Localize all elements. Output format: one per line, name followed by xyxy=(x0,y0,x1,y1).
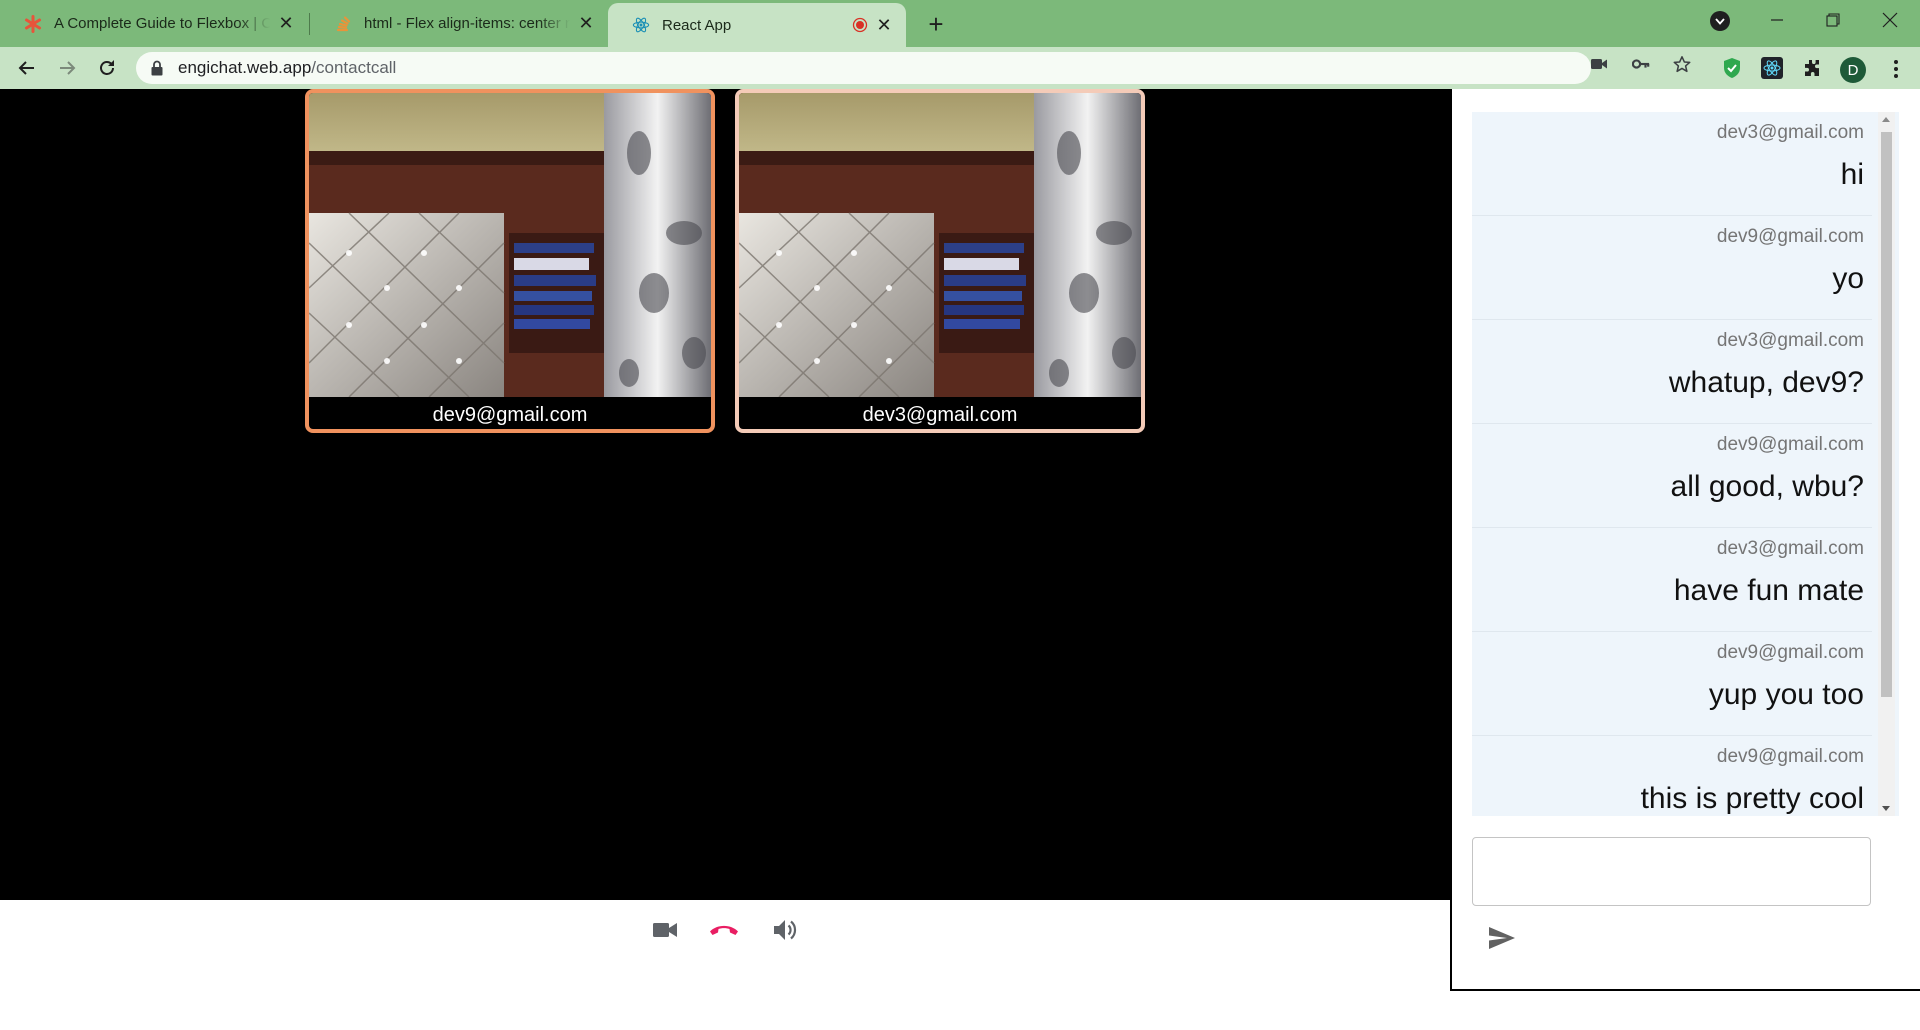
message-sender: dev3@gmail.com xyxy=(1716,330,1864,351)
video-call-stage: dev9@gmail.com dev3@gmail.com xyxy=(0,89,1450,900)
url-path: /contactcall xyxy=(311,58,397,77)
chat-scrollbar[interactable] xyxy=(1878,112,1895,816)
asterisk-icon xyxy=(24,14,42,33)
call-end-icon xyxy=(710,925,738,935)
message-sender: dev3@gmail.com xyxy=(1716,538,1864,559)
forward-button[interactable] xyxy=(52,53,82,83)
close-tab-icon[interactable]: ✕ xyxy=(576,13,596,34)
videocam-icon xyxy=(653,923,677,937)
react-devtools-icon[interactable] xyxy=(1760,56,1784,80)
message-sender: dev9@gmail.com xyxy=(1716,642,1864,663)
close-tab-icon[interactable]: ✕ xyxy=(874,15,894,35)
arrow-right-icon xyxy=(60,61,76,75)
message-input[interactable] xyxy=(1472,837,1871,906)
key-icon[interactable] xyxy=(1632,55,1650,73)
message-text: this is pretty cool xyxy=(1640,782,1864,815)
browser-toolbar: engichat.web.app/contactcall D xyxy=(0,47,1920,90)
message-sender: dev9@gmail.com xyxy=(1716,226,1864,247)
message-text: whatup, dev9? xyxy=(1668,366,1864,399)
scrollbar-thumb[interactable] xyxy=(1881,132,1892,697)
participant-video-dev3: dev3@gmail.com xyxy=(735,89,1145,433)
toggle-video-button[interactable] xyxy=(647,912,683,948)
react-icon xyxy=(632,16,650,34)
chat-message: dev3@gmail.com hi xyxy=(1472,112,1872,216)
tab-css-tricks[interactable]: A Complete Guide to Flexbox | CSS-Tricks… xyxy=(0,3,308,44)
recording-indicator-icon xyxy=(852,17,868,33)
address-bar[interactable]: engichat.web.app/contactcall xyxy=(136,52,1591,84)
tab-title: html - Flex align-items: center not work… xyxy=(364,15,570,32)
profile-avatar[interactable]: D xyxy=(1840,57,1866,83)
chat-message: dev9@gmail.com yup you too xyxy=(1472,632,1872,736)
message-sender: dev9@gmail.com xyxy=(1716,746,1864,767)
send-button[interactable] xyxy=(1486,922,1518,954)
shield-extension-icon[interactable] xyxy=(1720,56,1744,80)
reload-button[interactable] xyxy=(92,53,122,83)
tab-stackoverflow[interactable]: html - Flex align-items: center not work… xyxy=(310,3,608,44)
message-sender: dev3@gmail.com xyxy=(1716,122,1864,143)
chat-message: dev3@gmail.com whatup, dev9? xyxy=(1472,320,1872,424)
close-tab-icon[interactable]: ✕ xyxy=(276,13,296,34)
minimize-button[interactable] xyxy=(1751,0,1803,40)
chat-message: dev9@gmail.com all good, wbu? xyxy=(1472,424,1872,528)
chat-message: dev9@gmail.com yo xyxy=(1472,216,1872,320)
participant-label: dev9@gmail.com xyxy=(432,403,588,426)
scroll-up-arrow-icon[interactable] xyxy=(1882,117,1890,122)
webcam-video-frame xyxy=(309,93,711,397)
reload-icon xyxy=(100,60,114,75)
message-text: yup you too xyxy=(1708,678,1864,711)
arrow-left-icon xyxy=(18,61,34,75)
new-tab-button[interactable]: + xyxy=(922,9,950,39)
message-sender: dev9@gmail.com xyxy=(1716,434,1864,455)
back-button[interactable] xyxy=(12,53,42,83)
tab-react-app[interactable]: React App ✕ xyxy=(608,3,906,47)
message-text: have fun mate xyxy=(1673,574,1864,607)
tab-title: A Complete Guide to Flexbox | CSS-Tricks xyxy=(54,15,270,32)
volume-up-icon xyxy=(774,920,797,940)
chat-panel: dev3@gmail.com hi dev9@gmail.com yo dev3… xyxy=(1450,89,1920,991)
chat-message: dev3@gmail.com have fun mate xyxy=(1472,528,1872,632)
lock-icon xyxy=(151,60,163,76)
chat-message: dev9@gmail.com this is pretty cool xyxy=(1472,736,1872,816)
camera-in-use-icon[interactable] xyxy=(1590,55,1608,73)
toggle-audio-button[interactable] xyxy=(767,912,803,948)
message-text: yo xyxy=(1832,262,1864,295)
stackoverflow-icon xyxy=(334,15,352,33)
puzzle-extensions-icon[interactable] xyxy=(1800,56,1824,80)
message-text: hi xyxy=(1840,158,1864,191)
message-list[interactable]: dev3@gmail.com hi dev9@gmail.com yo dev3… xyxy=(1472,112,1899,816)
tab-title: React App xyxy=(662,16,732,34)
bookmark-star-icon[interactable] xyxy=(1673,55,1691,73)
kebab-menu-icon[interactable] xyxy=(1886,57,1906,81)
send-icon xyxy=(1489,927,1515,949)
message-text: all good, wbu? xyxy=(1670,470,1864,503)
url-text: engichat.web.app/contactcall xyxy=(178,58,396,78)
chevron-down-icon xyxy=(1715,17,1725,25)
close-window-button[interactable] xyxy=(1864,0,1916,40)
browser-tab-strip: A Complete Guide to Flexbox | CSS-Tricks… xyxy=(0,0,1920,47)
hang-up-button[interactable] xyxy=(706,912,742,948)
url-host: engichat.web.app xyxy=(178,58,312,77)
webcam-video-frame xyxy=(739,93,1141,397)
tab-search-button[interactable] xyxy=(1710,11,1730,31)
participant-label: dev3@gmail.com xyxy=(862,403,1018,426)
scroll-down-arrow-icon[interactable] xyxy=(1882,806,1890,811)
restore-button[interactable] xyxy=(1807,0,1859,40)
participant-video-dev9: dev9@gmail.com xyxy=(305,89,715,433)
